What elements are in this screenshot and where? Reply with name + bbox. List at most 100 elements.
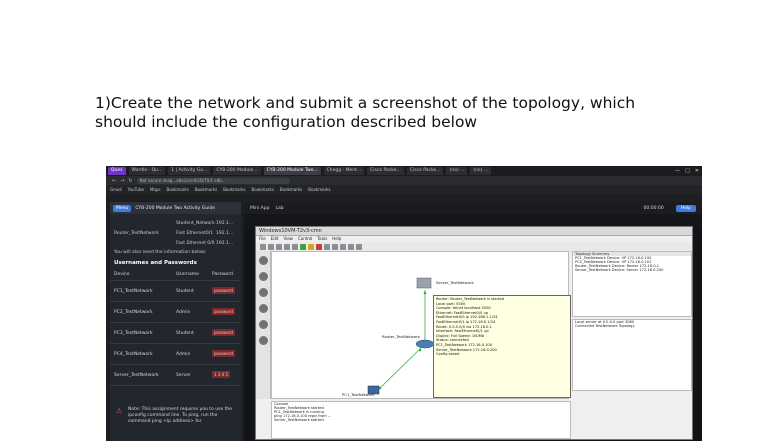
toolbar-icon[interactable] bbox=[340, 244, 346, 250]
menu-item[interactable]: Help bbox=[332, 236, 341, 242]
toolbar-icon[interactable] bbox=[356, 244, 362, 250]
bookmark[interactable]: Bookmarks bbox=[166, 187, 188, 192]
toolbar-icon[interactable] bbox=[276, 244, 282, 250]
toolbar-icon[interactable] bbox=[348, 244, 354, 250]
bookmark[interactable]: YouTube bbox=[128, 187, 144, 192]
maximize-icon[interactable]: □ bbox=[685, 168, 690, 174]
table-header: Device Username Password bbox=[110, 268, 241, 281]
address-row: Router_TestNetwork Fast Ethernet0/1 192.… bbox=[114, 230, 234, 236]
help-button[interactable]: Help bbox=[675, 204, 696, 212]
topology-summary: Topology Summary PC1_TestNetwork Device:… bbox=[572, 251, 692, 317]
browser-tab[interactable]: 1 | Activity Gu... bbox=[168, 167, 211, 175]
menu-item[interactable]: View bbox=[283, 236, 293, 242]
bookmark[interactable]: Bookmarks bbox=[308, 187, 330, 192]
toolbar-icon[interactable] bbox=[260, 244, 266, 250]
vm-title: Windows10VM-T2v3-cmn bbox=[256, 227, 692, 236]
back-icon[interactable]: ← bbox=[112, 178, 116, 184]
table-row: PC3_TestNetwork Student password bbox=[110, 323, 241, 344]
toolbar-icon[interactable] bbox=[332, 244, 338, 250]
timer: 00:00:00 bbox=[643, 205, 664, 211]
bookmark[interactable]: Bookmarks bbox=[280, 187, 302, 192]
section-heading: Usernames and Passwords bbox=[114, 260, 197, 266]
browser-tab[interactable]: Cisco Packe... bbox=[367, 167, 404, 175]
password-cell: 1 3 4 5 bbox=[212, 371, 230, 378]
question-line-1: 1)Create the network and submit a screen… bbox=[95, 94, 636, 112]
start-icon[interactable] bbox=[300, 244, 306, 250]
link-status-dot bbox=[423, 291, 427, 295]
pc-icon[interactable] bbox=[258, 288, 268, 297]
browser-tab[interactable]: (no) ... bbox=[446, 167, 468, 175]
server-icon[interactable] bbox=[416, 277, 432, 289]
window-controls: — □ ✕ bbox=[675, 168, 702, 174]
router-label: Router_TestNetwork bbox=[382, 334, 420, 339]
panel-title: CYB-200 Module Two Activity Guide bbox=[135, 205, 216, 211]
pc-label: PC1_TestNetwork bbox=[342, 392, 375, 397]
toolbar-icon[interactable] bbox=[292, 244, 298, 250]
security-icon[interactable] bbox=[258, 304, 268, 313]
browser-tab[interactable]: CYB-200 Module... bbox=[213, 167, 261, 175]
lab-pane: Mini App Lab 00:00:00 Help Windows10VM-T… bbox=[244, 202, 702, 441]
table-row: Server_TestNetwork Server 1 3 4 5 bbox=[110, 365, 241, 386]
browser-tab[interactable]: Chegg - Ment... bbox=[323, 167, 365, 175]
pause-icon[interactable] bbox=[308, 244, 314, 250]
list-item[interactable]: Server_TestNetwork Device: Server 172.16… bbox=[573, 268, 691, 272]
reload-icon[interactable]: ↻ bbox=[128, 178, 132, 184]
table-row: PC2_TestNetwork Admin password bbox=[110, 302, 241, 323]
browser-tab[interactable]: Wordle - Qu... bbox=[128, 167, 166, 175]
all-devices-icon[interactable] bbox=[258, 320, 268, 329]
link-status-dot bbox=[418, 348, 422, 352]
browser-tab-bar: Ques Wordle - Qu... 1 | Activity Gu... C… bbox=[106, 166, 702, 176]
embedded-screenshot: Ques Wordle - Qu... 1 | Activity Gu... C… bbox=[106, 166, 702, 441]
tab-mini-app[interactable]: Mini App bbox=[250, 206, 269, 211]
address-row: Student_Network 192.1... bbox=[176, 220, 234, 226]
toolbar-icon[interactable] bbox=[324, 244, 330, 250]
server-label: Server_TestNetwork bbox=[436, 280, 474, 285]
minimize-icon[interactable]: — bbox=[675, 168, 680, 174]
switch-icon[interactable] bbox=[258, 272, 268, 281]
bookmark[interactable]: Bookmarks bbox=[252, 187, 274, 192]
address-row: Fast Ethernet 0/0 192.1... bbox=[176, 240, 234, 246]
browser-tab[interactable]: (no) ... bbox=[470, 167, 492, 175]
activity-guide-panel: Menu CYB-200 Module Two Activity Guide S… bbox=[110, 202, 241, 441]
menu-button[interactable]: Menu bbox=[113, 204, 132, 212]
device-info-tooltip: Router: Router_TestNetwork is started Lo… bbox=[433, 295, 571, 398]
close-icon[interactable]: ✕ bbox=[695, 168, 699, 174]
stop-icon[interactable] bbox=[316, 244, 322, 250]
bookmark[interactable]: Bookmarks bbox=[195, 187, 217, 192]
link-icon[interactable] bbox=[258, 336, 268, 345]
panel-header: Menu CYB-200 Module Two Activity Guide bbox=[110, 202, 241, 214]
password-cell: password bbox=[212, 350, 235, 357]
toolbar-icon[interactable] bbox=[268, 244, 274, 250]
password-cell: password bbox=[212, 329, 235, 336]
password-cell: password bbox=[212, 308, 235, 315]
address-bar: ← → ↻ Not secure imag...a6a1/c/c8/2D/T0/… bbox=[106, 176, 702, 185]
bookmark[interactable]: Gmail bbox=[110, 187, 122, 192]
toolbar-icon[interactable] bbox=[284, 244, 290, 250]
table-row: PC1_TestNetwork Student password bbox=[110, 281, 241, 302]
question-text: 1)Create the network and submit a screen… bbox=[95, 94, 695, 132]
url-field[interactable]: Not secure imag...a6a1/c/c8/2D/T0/1-c8b.… bbox=[136, 177, 290, 184]
servers-summary: Local server at 0.0.0.0 port 3080 Connec… bbox=[572, 319, 692, 391]
warning-note: Note: This assignment requires you to us… bbox=[128, 407, 233, 424]
menu-item[interactable]: Edit bbox=[271, 236, 279, 242]
browser-tab[interactable]: Cisco Packe... bbox=[406, 167, 444, 175]
menu-item[interactable]: Control bbox=[298, 236, 312, 242]
menu-item[interactable]: File bbox=[259, 236, 266, 242]
question-line-2: should include the configuration describ… bbox=[95, 113, 478, 131]
bookmarks-bar: Gmail YouTube Maps Bookmarks Bookmarks B… bbox=[106, 185, 702, 194]
slide: 1)Create the network and submit a screen… bbox=[0, 0, 784, 441]
router-icon[interactable] bbox=[258, 256, 268, 265]
bookmark[interactable]: Maps bbox=[150, 187, 161, 192]
menu-item[interactable]: Tools bbox=[317, 236, 327, 242]
router-icon[interactable] bbox=[415, 339, 435, 349]
tab-lab[interactable]: Lab bbox=[275, 206, 283, 211]
forward-icon[interactable]: → bbox=[120, 178, 124, 184]
browser-tab[interactable]: Ques bbox=[108, 167, 126, 175]
bookmark[interactable]: Bookmarks bbox=[223, 187, 245, 192]
vm-window: Windows10VM-T2v3-cmn File Edit View Cont… bbox=[255, 226, 693, 440]
device-sidebar bbox=[256, 251, 271, 399]
lab-header: Mini App Lab 00:00:00 Help bbox=[244, 202, 702, 214]
console-panel: Console Router_TestNetwork started PC1_T… bbox=[271, 401, 571, 439]
list-item[interactable]: Connected TestNetwork Topology bbox=[573, 324, 691, 328]
browser-tab-active[interactable]: CYB-200 Module Two... bbox=[263, 167, 321, 175]
